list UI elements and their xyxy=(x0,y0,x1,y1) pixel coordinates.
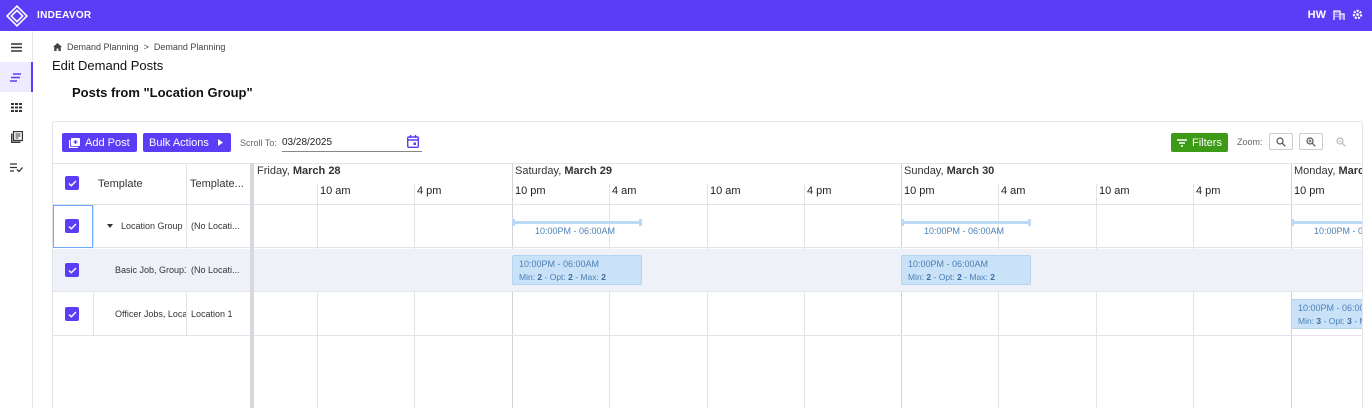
timeline-row: 10:00PM - 06:00AM 10:00PM - 06:00AM 10:0… xyxy=(254,205,1363,248)
row-template-name: Officer Jobs, Loca xyxy=(115,309,186,319)
row-checkbox[interactable] xyxy=(65,307,79,321)
top-right-controls: HW xyxy=(1308,8,1364,21)
add-post-label: Add Post xyxy=(85,136,130,149)
left-rail xyxy=(0,31,33,408)
group-span-bar[interactable] xyxy=(512,221,641,224)
day-header-monday: Monday, March 31 xyxy=(1294,165,1362,177)
demand-posts-nav-icon[interactable] xyxy=(0,62,33,92)
row-template-location: Location 1 xyxy=(191,309,233,319)
template-location-column-header[interactable]: Template... xyxy=(190,178,248,190)
add-post-button[interactable]: Add Post xyxy=(62,133,137,152)
timeline-row: 10:00PM - 06:00AM Min: 2 - Opt: 2 - Max:… xyxy=(254,249,1362,292)
filters-label: Filters xyxy=(1192,136,1222,149)
bulk-actions-button[interactable]: Bulk Actions xyxy=(143,133,231,152)
row-template-name: Location Group xyxy=(121,221,183,231)
time-label: 4 pm xyxy=(807,185,832,197)
breadcrumb-separator: > xyxy=(143,42,149,52)
expand-caret-icon[interactable] xyxy=(107,224,113,228)
bulk-actions-label: Bulk Actions xyxy=(149,136,209,149)
day-header-friday: Friday, March 28 xyxy=(257,165,341,177)
template-column-header[interactable]: Template xyxy=(98,178,143,190)
add-post-icon xyxy=(69,137,80,148)
post-list-grid: Template Template... Location Group (No … xyxy=(53,163,250,408)
section-title: Posts from "Location Group" xyxy=(72,85,253,100)
group-span-cap xyxy=(512,219,515,226)
gear-icon[interactable] xyxy=(1351,8,1364,21)
row-checkbox[interactable] xyxy=(65,263,79,277)
table-row[interactable]: Officer Jobs, Loca Location 1 xyxy=(53,293,250,336)
table-row[interactable]: Basic Job, Group1 (No Locati... xyxy=(53,249,250,292)
time-label: 10 am xyxy=(320,185,351,197)
building-icon[interactable] xyxy=(1332,8,1345,21)
magnifier-icon xyxy=(1276,136,1286,147)
group-span-cap xyxy=(1291,219,1294,226)
day-header-sunday: Sunday, March 30 xyxy=(904,165,995,177)
breadcrumb-home[interactable]: Demand Planning xyxy=(67,42,139,52)
table-row[interactable]: Location Group (No Locati... xyxy=(53,205,250,248)
row-template-location: (No Locati... xyxy=(191,265,240,275)
timeline-row: 10:00PM - 06:00AM Min: 3 - Opt: 3 - Max:… xyxy=(254,293,1362,336)
breadcrumb-current: Demand Planning xyxy=(153,42,226,52)
group-span-cap xyxy=(639,219,642,226)
time-label: 10 am xyxy=(1099,185,1130,197)
zoom-in-button[interactable] xyxy=(1299,133,1323,150)
row-template-location: (No Locati... xyxy=(191,221,240,231)
day-header-saturday: Saturday, March 29 xyxy=(515,165,613,177)
row-checkbox[interactable] xyxy=(65,219,79,233)
time-label: 10 am xyxy=(710,185,741,197)
time-label: 4 am xyxy=(1001,185,1026,197)
zoom-in-icon xyxy=(1306,136,1316,147)
time-label: 10 pm xyxy=(904,185,935,197)
menu-icon[interactable] xyxy=(0,32,33,62)
row-template-name: Basic Job, Group1 xyxy=(115,265,186,275)
scheduler-toolbar: Add Post Bulk Actions Scroll To: 03/28/2… xyxy=(53,122,1362,163)
top-bar: INDEAVOR HW xyxy=(0,0,1372,31)
group-span-bar[interactable] xyxy=(1291,221,1362,224)
filters-button[interactable]: Filters xyxy=(1171,133,1228,152)
scroll-to-date-input[interactable]: 03/28/2025 xyxy=(282,135,422,152)
shift-block[interactable]: 10:00PM - 06:00AM Min: 2 - Opt: 2 - Max:… xyxy=(512,255,642,285)
group-span-label: 10:00PM - 06:00AM xyxy=(535,226,616,236)
shift-time: 10:00PM - 06:00AM xyxy=(1298,303,1362,313)
shift-time: 10:00PM - 06:00AM xyxy=(908,259,989,269)
shift-time: 10:00PM - 06:00AM xyxy=(519,259,600,269)
timeline-header: Friday, March 28 Saturday, March 29 Sund… xyxy=(254,164,1362,205)
select-all-checkbox[interactable] xyxy=(65,176,79,190)
group-span-cap xyxy=(1028,219,1031,226)
zoom-out-button[interactable] xyxy=(1329,133,1353,150)
grid-header-row: Template Template... xyxy=(53,164,250,205)
scheduler-panel: Add Post Bulk Actions Scroll To: 03/28/2… xyxy=(52,121,1363,408)
filter-icon xyxy=(1177,138,1188,147)
checklist-nav-icon[interactable] xyxy=(0,152,33,182)
time-label: 4 pm xyxy=(417,185,442,197)
page-title: Edit Demand Posts xyxy=(52,58,164,73)
home-icon[interactable] xyxy=(53,43,62,51)
group-span-label: 10:00PM - 06:00AM xyxy=(924,226,1005,236)
calendar-icon[interactable] xyxy=(407,135,419,148)
time-label: 4 pm xyxy=(1196,185,1221,197)
time-label: 10 pm xyxy=(1294,185,1325,197)
shift-staffing: Min: 3 - Opt: 3 - Max: 3 xyxy=(1298,316,1362,326)
library-nav-icon[interactable] xyxy=(0,122,33,152)
timeline-grid: Friday, March 28 Saturday, March 29 Sund… xyxy=(254,163,1363,408)
group-span-bar[interactable] xyxy=(901,221,1030,224)
shift-block[interactable]: 10:00PM - 06:00AM Min: 3 - Opt: 3 - Max:… xyxy=(1291,299,1362,329)
caret-right-icon xyxy=(217,139,223,146)
zoom-out-icon xyxy=(1336,136,1346,147)
indeavor-logo-icon[interactable] xyxy=(4,3,30,29)
zoom-label: Zoom: xyxy=(1237,137,1263,147)
zoom-fit-button[interactable] xyxy=(1269,133,1293,150)
group-span-label: 10:00PM - 06:00AM xyxy=(1314,226,1363,236)
time-label: 4 am xyxy=(612,185,637,197)
grid-nav-icon[interactable] xyxy=(0,92,33,122)
breadcrumb: Demand Planning > Demand Planning xyxy=(53,42,225,52)
scroll-to-label: Scroll To: xyxy=(240,138,277,148)
shift-staffing: Min: 2 - Opt: 2 - Max: 2 xyxy=(519,272,606,282)
time-label: 10 pm xyxy=(515,185,546,197)
group-span-cap xyxy=(901,219,904,226)
shift-block[interactable]: 10:00PM - 06:00AM Min: 2 - Opt: 2 - Max:… xyxy=(901,255,1031,285)
user-initials[interactable]: HW xyxy=(1308,9,1326,21)
brand-name: INDEAVOR xyxy=(37,10,92,21)
shift-staffing: Min: 2 - Opt: 2 - Max: 2 xyxy=(908,272,995,282)
